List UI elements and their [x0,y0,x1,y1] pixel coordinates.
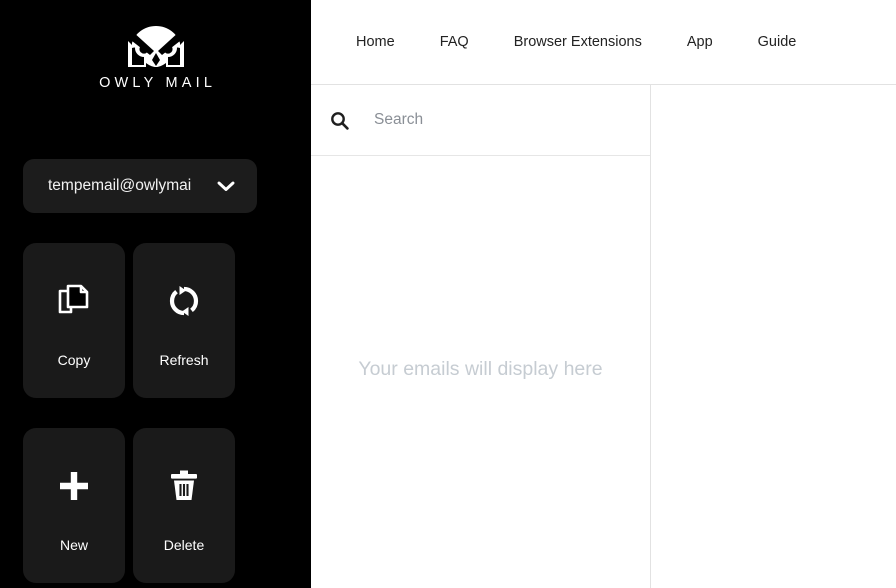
delete-button[interactable]: Delete [133,428,235,583]
brand: OWLY MAIL [0,0,311,91]
trash-icon [169,459,199,513]
delete-button-label: Delete [163,536,205,553]
top-navigation: Home FAQ Browser Extensions App Guide [311,0,896,85]
search-input[interactable] [374,111,604,129]
chevron-down-icon [217,181,235,191]
sidebar: OWLY MAIL tempemail@owlymai Copy Refresh… [0,0,311,588]
new-button-label: New [59,536,88,553]
refresh-icon [167,274,201,328]
copy-button[interactable]: Copy [23,243,125,398]
copy-icon [58,274,90,328]
email-list-column: Your emails will display here [311,85,651,588]
action-tiles: Copy Refresh New Delete [23,243,257,583]
nav-item-browser-extensions[interactable]: Browser Extensions [514,34,642,50]
nav-item-faq[interactable]: FAQ [440,34,469,50]
nav-item-guide[interactable]: Guide [758,34,797,50]
nav-item-home[interactable]: Home [356,34,395,50]
new-button[interactable]: New [23,428,125,583]
email-detail-column [651,85,896,588]
empty-state-message: Your emails will display here [358,358,603,380]
nav-item-app[interactable]: App [687,34,713,50]
email-list-empty-state: Your emails will display here [311,156,650,588]
app-root: OWLY MAIL tempemail@owlymai Copy Refresh… [0,0,896,588]
search-icon[interactable] [330,111,349,130]
search-bar [311,85,650,156]
owl-icon [127,26,184,67]
account-selector[interactable]: tempemail@owlymai [23,159,257,213]
refresh-button[interactable]: Refresh [133,243,235,398]
content-body: Your emails will display here [311,85,896,588]
main-area: Home FAQ Browser Extensions App Guide Yo… [311,0,896,588]
plus-icon [57,459,91,513]
copy-button-label: Copy [57,351,91,368]
account-email: tempemail@owlymai [48,177,192,194]
refresh-button-label: Refresh [159,351,209,368]
brand-wordmark: OWLY MAIL [99,75,217,91]
